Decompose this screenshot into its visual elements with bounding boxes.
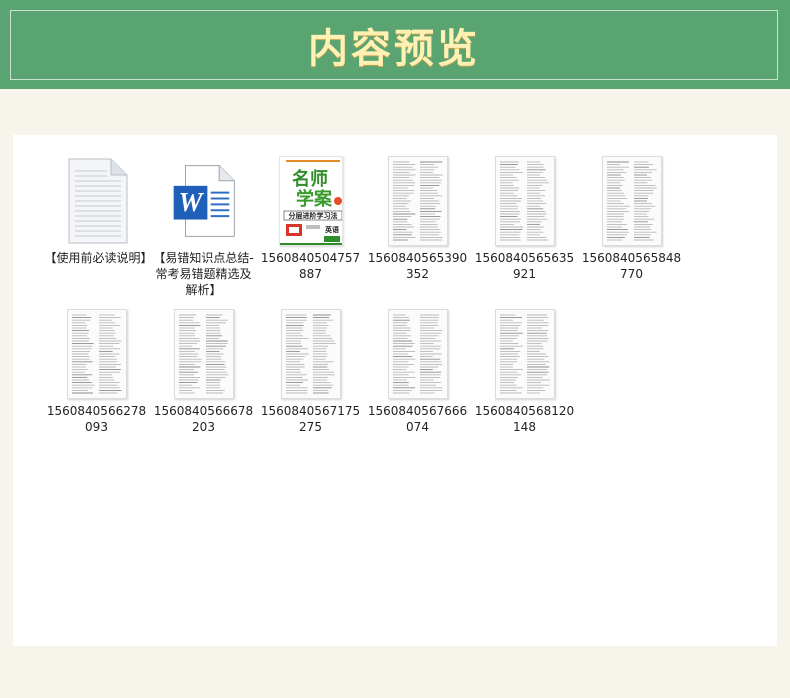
- file-name: 1560840565848770: [581, 251, 682, 281]
- file-name: 1560840567175275: [260, 404, 361, 434]
- header-frame: 内容预览: [10, 10, 778, 80]
- file-grid: 【使用前必读说明】 W 【易错知识点总结-常考易错题精选及解析】 名师 学案 分…: [43, 155, 783, 461]
- word-document-icon: W: [172, 155, 236, 247]
- file-item[interactable]: 1560840566678203: [150, 308, 257, 461]
- file-item[interactable]: 【使用前必读说明】: [43, 155, 153, 308]
- file-item[interactable]: W 【易错知识点总结-常考易错题精选及解析】: [150, 155, 257, 308]
- page-thumbnail: [493, 308, 557, 400]
- file-name: 1560840565390352: [367, 251, 468, 281]
- page-thumbnail: [279, 308, 343, 400]
- cover-tag: 英语: [324, 225, 339, 234]
- text-document-icon: [65, 155, 129, 247]
- file-name: 1560840504757887: [260, 251, 361, 281]
- cover-title-line1: 名师: [292, 168, 328, 190]
- svg-text:W: W: [178, 187, 204, 217]
- file-item[interactable]: 1560840565390352: [364, 155, 471, 308]
- cover-subtitle: 分层进阶学习法: [288, 211, 337, 220]
- book-cover-thumbnail: 名师 学案 分层进阶学习法 英语: [278, 155, 343, 247]
- page-title: 内容预览: [308, 25, 480, 72]
- page-thumbnail: [386, 155, 450, 247]
- file-name: 1560840568120148: [474, 404, 575, 434]
- page-thumbnail: [493, 155, 557, 247]
- file-item[interactable]: 1560840565848770: [578, 155, 685, 308]
- file-name: 【使用前必读说明】: [44, 251, 153, 265]
- file-name: 1560840566678203: [153, 404, 254, 434]
- file-name: 1560840566278093: [46, 404, 147, 434]
- file-item[interactable]: 1560840565635921: [471, 155, 578, 308]
- page-thumbnail: [386, 308, 450, 400]
- page-thumbnail: [600, 155, 664, 247]
- file-name: 1560840565635921: [474, 251, 575, 281]
- file-item[interactable]: 1560840567666074: [364, 308, 471, 461]
- preview-panel: 【使用前必读说明】 W 【易错知识点总结-常考易错题精选及解析】 名师 学案 分…: [13, 135, 777, 646]
- header-banner: 内容预览: [0, 0, 790, 89]
- cover-title-line2: 学案: [296, 188, 333, 210]
- page-thumbnail: [65, 308, 129, 400]
- file-item[interactable]: 名师 学案 分层进阶学习法 英语 1560840504757887: [257, 155, 364, 308]
- file-item[interactable]: 1560840566278093: [43, 308, 150, 461]
- page-thumbnail: [172, 308, 236, 400]
- file-item[interactable]: 1560840568120148: [471, 308, 578, 461]
- file-name: 【易错知识点总结-常考易错题精选及解析】: [153, 251, 254, 297]
- file-item[interactable]: 1560840567175275: [257, 308, 364, 461]
- file-name: 1560840567666074: [367, 404, 468, 434]
